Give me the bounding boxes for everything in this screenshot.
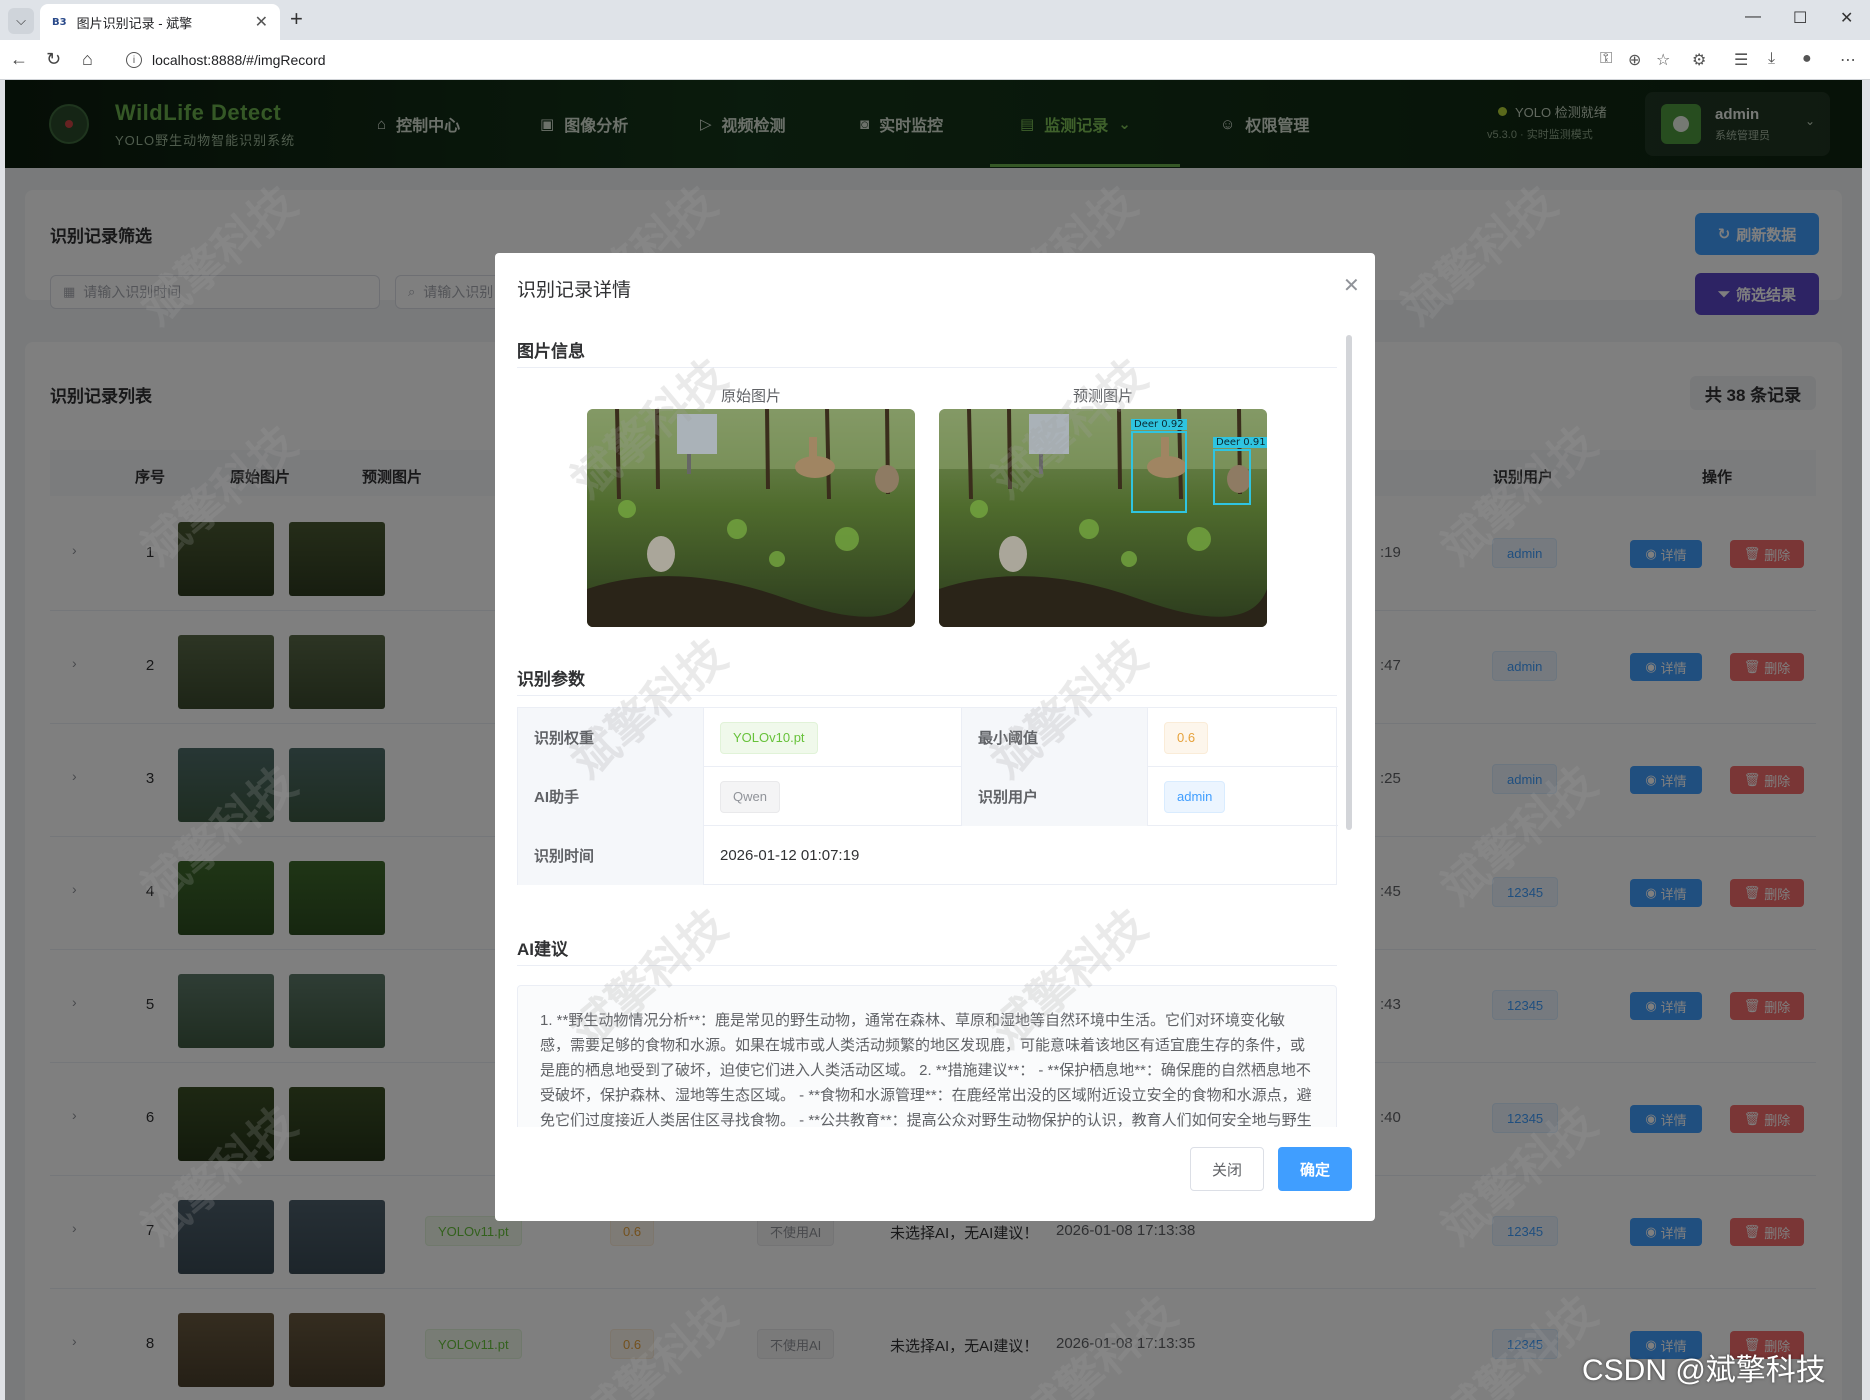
section-title-image: 图片信息 <box>517 342 585 361</box>
new-tab-plus-icon[interactable]: + <box>290 6 303 32</box>
section-divider <box>517 367 1337 368</box>
predicted-image[interactable]: Deer 0.92 Deer 0.91 <box>939 409 1267 627</box>
favorites-list-icon[interactable]: ☰ <box>1734 50 1748 70</box>
ai-label: AI助手 <box>518 767 704 826</box>
site-info-icon[interactable]: i <box>126 52 142 68</box>
original-image-label: 原始图片 <box>720 388 781 405</box>
section-title-params: 识别参数 <box>517 670 585 689</box>
url-input[interactable]: i localhost:8888/#/imgRecord <box>114 45 1654 75</box>
tab-list-chevron-icon[interactable]: ⌵ <box>8 8 34 34</box>
conf-label: 最小阈值 <box>962 708 1148 767</box>
conf-value-cell: 0.6 <box>1148 708 1338 767</box>
browser-tabstrip: ⌵ B3 图片识别记录 - 斌擎 ✕ + — ☐ ✕ <box>0 0 1870 40</box>
download-icon[interactable]: ⤓ <box>1768 50 1775 68</box>
confirm-button[interactable]: 确定 <box>1278 1147 1352 1191</box>
record-detail-dialog: 识别记录详情 ✕ 图片信息 原始图片 预测图片 Deer 0.92 Deer 0… <box>495 253 1375 1221</box>
ai-tag: Qwen <box>720 780 780 813</box>
time-value: 2026-01-12 01:07:19 <box>720 847 860 864</box>
original-photo-drawing <box>587 409 915 627</box>
tab-title: 图片识别记录 - 斌擎 <box>76 15 193 31</box>
zoom-icon[interactable]: ⊕ <box>1628 50 1641 70</box>
dialog-close-icon[interactable]: ✕ <box>1343 273 1360 298</box>
dialog-title: 识别记录详情 <box>517 280 632 301</box>
section-title-ai: AI建议 <box>517 940 568 959</box>
browser-tab-active[interactable]: B3 图片识别记录 - 斌擎 ✕ <box>40 4 280 40</box>
params-row: 识别权重 YOLOv10.pt 最小阈值 0.6 <box>518 708 1338 767</box>
profile-avatar-icon[interactable]: ● <box>1802 50 1812 68</box>
user-value-cell: admin <box>1148 767 1338 826</box>
conf-tag: 0.6 <box>1164 721 1209 754</box>
predicted-image-label: 预测图片 <box>1072 388 1133 405</box>
time-label: 识别时间 <box>518 826 704 885</box>
window-close-icon[interactable]: ✕ <box>1840 8 1853 28</box>
more-menu-icon[interactable]: ⋯ <box>1840 50 1856 70</box>
detection-box: Deer 0.91 <box>1213 437 1267 505</box>
close-button[interactable]: 关闭 <box>1190 1147 1264 1191</box>
detection-label: Deer 0.91 <box>1213 437 1267 448</box>
weight-value-cell: YOLOv10.pt <box>704 708 962 767</box>
extensions-icon[interactable]: ⚙ <box>1692 50 1706 70</box>
original-image[interactable] <box>587 409 915 627</box>
url-text: localhost:8888/#/imgRecord <box>152 52 326 68</box>
section-divider <box>517 695 1337 696</box>
tab-close-icon[interactable]: ✕ <box>255 12 268 32</box>
home-icon[interactable]: ⌂ <box>82 49 93 70</box>
weight-tag: YOLOv10.pt <box>720 721 818 754</box>
ai-suggestion-text: 1. **野生动物情况分析**：鹿是常见的野生动物，通常在森林、草原和湿地等自然… <box>517 985 1337 1127</box>
user-tag: admin <box>1164 780 1226 813</box>
params-row: 识别时间 2026-01-12 01:07:19 <box>518 826 1338 885</box>
ai-value-cell: Qwen <box>704 767 962 826</box>
back-arrow-icon[interactable]: ← <box>10 49 28 70</box>
favorite-star-icon[interactable]: ☆ <box>1656 50 1670 70</box>
csdn-watermark: CSDN @斌擎科技 <box>1582 1354 1826 1387</box>
key-icon[interactable]: ⚿ <box>1600 50 1612 68</box>
dialog-body: 图片信息 原始图片 预测图片 Deer 0.92 Deer 0.91 识别参数 … <box>495 317 1375 1127</box>
reload-icon[interactable]: ↻ <box>46 49 61 70</box>
address-bar-row: ← ↻ ⌂ i localhost:8888/#/imgRecord ⚿ ⊕ ☆… <box>0 40 1870 80</box>
maximize-icon[interactable]: ☐ <box>1793 8 1807 28</box>
minimize-icon[interactable]: — <box>1745 8 1761 26</box>
user-label: 识别用户 <box>962 767 1148 826</box>
dialog-footer: 关闭 确定 <box>495 1147 1375 1221</box>
params-table: 识别权重 YOLOv10.pt 最小阈值 0.6 AI助手 Qwen 识别用户 … <box>517 707 1338 885</box>
params-row: AI助手 Qwen 识别用户 admin <box>518 767 1338 826</box>
weight-label: 识别权重 <box>518 708 704 767</box>
detection-label: Deer 0.92 <box>1131 419 1187 430</box>
detection-box: Deer 0.92 <box>1131 419 1187 513</box>
favicon-icon: B3 <box>52 16 67 28</box>
section-divider <box>517 965 1337 966</box>
